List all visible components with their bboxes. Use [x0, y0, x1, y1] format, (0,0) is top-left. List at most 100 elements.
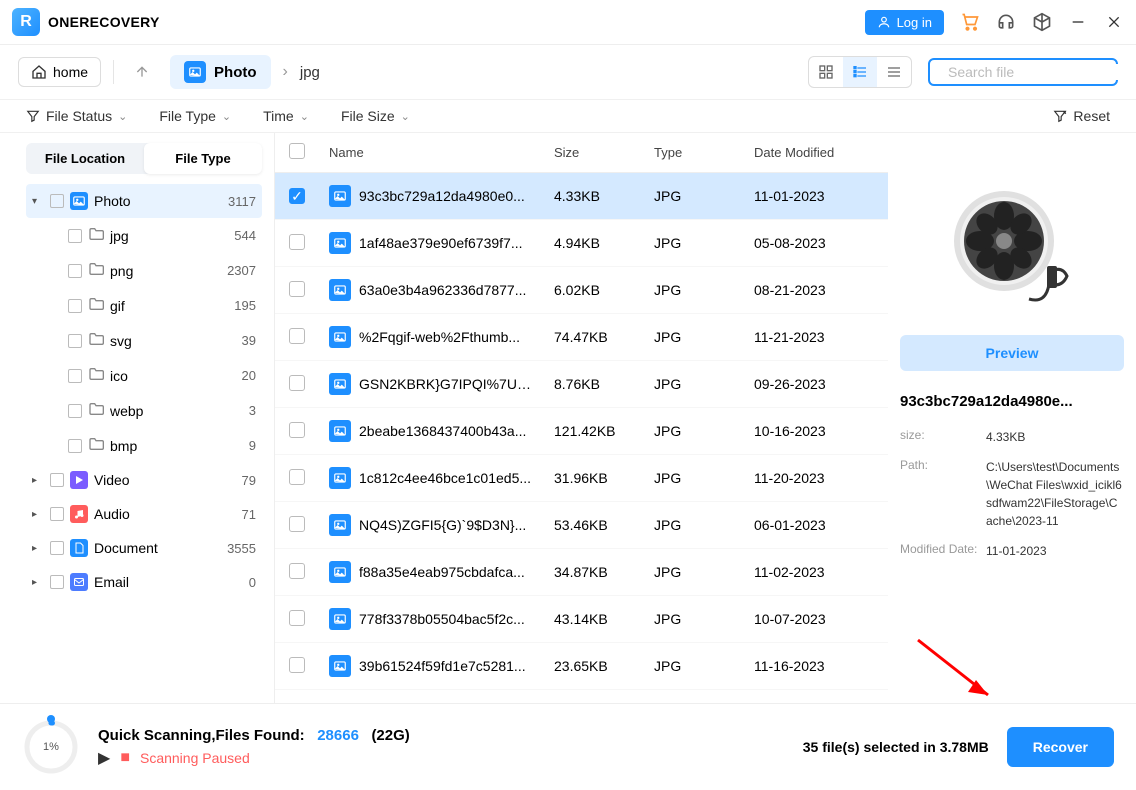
up-button[interactable] — [126, 56, 158, 88]
subcategory-count: 544 — [234, 228, 256, 243]
login-button[interactable]: Log in — [865, 10, 944, 35]
checkbox[interactable] — [50, 541, 64, 555]
sidebar-subcategory-webp[interactable]: webp 3 — [26, 393, 262, 428]
sidebar-category-photo[interactable]: ▾ Photo 3117 — [26, 184, 262, 218]
cube-icon[interactable] — [1032, 12, 1052, 32]
app-name: ONERECOVERY — [48, 14, 160, 30]
file-name: GSN2KBRK}G7IPQI%7U2... — [359, 376, 534, 392]
table-row[interactable]: ✓ 93c3bc729a12da4980e0... 4.33KB JPG 11-… — [275, 173, 888, 220]
checkbox[interactable] — [68, 264, 82, 278]
checkbox[interactable] — [50, 575, 64, 589]
tab-file-type[interactable]: File Type — [144, 143, 262, 174]
row-checkbox[interactable] — [289, 610, 305, 626]
filter-type[interactable]: File Type ⌄ — [159, 108, 231, 124]
sidebar-category-document[interactable]: ▸ Document 3555 — [26, 531, 262, 565]
cart-icon[interactable] — [960, 12, 980, 32]
breadcrumb-root[interactable]: Photo — [170, 55, 271, 89]
sidebar-subcategory-gif[interactable]: gif 195 — [26, 288, 262, 323]
filter-size[interactable]: File Size ⌄ — [341, 108, 410, 124]
search-input[interactable] — [948, 64, 1129, 80]
row-checkbox[interactable] — [289, 516, 305, 532]
table-row[interactable]: GSN2KBRK}G7IPQI%7U2... 8.76KB JPG 09-26-… — [275, 361, 888, 408]
table-row[interactable]: 1af48ae379e90ef6739f7... 4.94KB JPG 05-0… — [275, 220, 888, 267]
table-row[interactable]: f88a35e4eab975cbdafca... 34.87KB JPG 11-… — [275, 549, 888, 596]
support-icon[interactable] — [996, 12, 1016, 32]
header-checkbox[interactable] — [289, 143, 329, 162]
file-type: JPG — [654, 188, 754, 204]
checkbox[interactable] — [68, 334, 82, 348]
row-checkbox[interactable] — [289, 234, 305, 250]
table-row[interactable]: 1c812c4ee46bce1c01ed5... 31.96KB JPG 11-… — [275, 455, 888, 502]
row-checkbox[interactable] — [289, 281, 305, 297]
sidebar-category-audio[interactable]: ▸ Audio 71 — [26, 497, 262, 531]
folder-icon — [88, 436, 104, 455]
row-checkbox[interactable] — [289, 375, 305, 391]
filter-status[interactable]: File Status ⌄ — [26, 108, 127, 124]
sidebar-subcategory-png[interactable]: png 2307 — [26, 253, 262, 288]
checkbox[interactable] — [68, 299, 82, 313]
file-name: 778f3378b05504bac5f2c... — [359, 611, 525, 627]
table-row[interactable]: 63a0e3b4a962336d7877... 6.02KB JPG 08-21… — [275, 267, 888, 314]
checkbox[interactable] — [68, 369, 82, 383]
preview-button[interactable]: Preview — [900, 335, 1124, 371]
play-button[interactable]: ▶ — [98, 748, 110, 768]
scan-status: Scanning Paused — [140, 750, 250, 766]
row-checkbox[interactable] — [289, 657, 305, 673]
table-row[interactable]: 2beabe1368437400b43a... 121.42KB JPG 10-… — [275, 408, 888, 455]
doc-icon — [70, 539, 88, 557]
file-date: 08-21-2023 — [754, 282, 874, 298]
checkbox[interactable] — [50, 507, 64, 521]
file-date: 11-01-2023 — [754, 188, 874, 204]
sidebar-subcategory-svg[interactable]: svg 39 — [26, 323, 262, 358]
reset-filters-button[interactable]: Reset — [1053, 108, 1110, 124]
folder-icon — [88, 226, 104, 245]
header-size[interactable]: Size — [554, 145, 654, 160]
row-checkbox[interactable] — [289, 328, 305, 344]
checkbox[interactable] — [68, 439, 82, 453]
checkbox[interactable] — [68, 404, 82, 418]
sidebar-subcategory-jpg[interactable]: jpg 544 — [26, 218, 262, 253]
file-size: 121.42KB — [554, 423, 654, 439]
photo-icon — [70, 192, 88, 210]
row-checkbox[interactable] — [289, 469, 305, 485]
detail-list-view-button[interactable] — [843, 57, 877, 87]
table-row[interactable]: NQ4S)ZGFI5{G)`9$D3N}... 53.46KB JPG 06-0… — [275, 502, 888, 549]
row-checkbox[interactable] — [289, 422, 305, 438]
stop-button[interactable]: ■ — [120, 749, 130, 767]
sidebar-subcategory-bmp[interactable]: bmp 9 — [26, 428, 262, 463]
file-size: 31.96KB — [554, 470, 654, 486]
filter-time[interactable]: Time ⌄ — [263, 108, 309, 124]
checkbox[interactable] — [50, 473, 64, 487]
image-icon — [329, 373, 351, 395]
minimize-icon[interactable] — [1068, 12, 1088, 32]
table-row[interactable]: 778f3378b05504bac5f2c... 43.14KB JPG 10-… — [275, 596, 888, 643]
grid-view-button[interactable] — [809, 57, 843, 87]
file-date: 11-20-2023 — [754, 470, 874, 486]
sidebar-category-video[interactable]: ▸ Video 79 — [26, 463, 262, 497]
sidebar-category-email[interactable]: ▸ Email 0 — [26, 565, 262, 599]
divider — [113, 60, 114, 84]
header-date[interactable]: Date Modified — [754, 145, 874, 160]
checkbox[interactable] — [68, 229, 82, 243]
selection-summary: 35 file(s) selected in 3.78MB — [803, 739, 989, 755]
close-icon[interactable] — [1104, 12, 1124, 32]
header-name[interactable]: Name — [329, 145, 554, 160]
tab-file-location[interactable]: File Location — [26, 143, 144, 174]
home-button[interactable]: home — [18, 57, 101, 87]
file-name: NQ4S)ZGFI5{G)`9$D3N}... — [359, 517, 526, 533]
category-name: Document — [94, 540, 221, 556]
app-logo: R — [12, 8, 40, 36]
list-view-button[interactable] — [877, 57, 911, 87]
arrow-up-icon — [134, 64, 150, 80]
row-checkbox[interactable]: ✓ — [289, 188, 305, 204]
search-box[interactable] — [928, 58, 1118, 86]
checkbox[interactable] — [50, 194, 64, 208]
subcategory-name: svg — [110, 333, 236, 349]
sidebar-tabs: File Location File Type — [26, 143, 262, 174]
table-row[interactable]: 39b61524f59fd1e7c5281... 23.65KB JPG 11-… — [275, 643, 888, 690]
table-row[interactable]: %2Fqgif-web%2Fthumb... 74.47KB JPG 11-21… — [275, 314, 888, 361]
sidebar-subcategory-ico[interactable]: ico 20 — [26, 358, 262, 393]
recover-button[interactable]: Recover — [1007, 727, 1114, 767]
row-checkbox[interactable] — [289, 563, 305, 579]
header-type[interactable]: Type — [654, 145, 754, 160]
